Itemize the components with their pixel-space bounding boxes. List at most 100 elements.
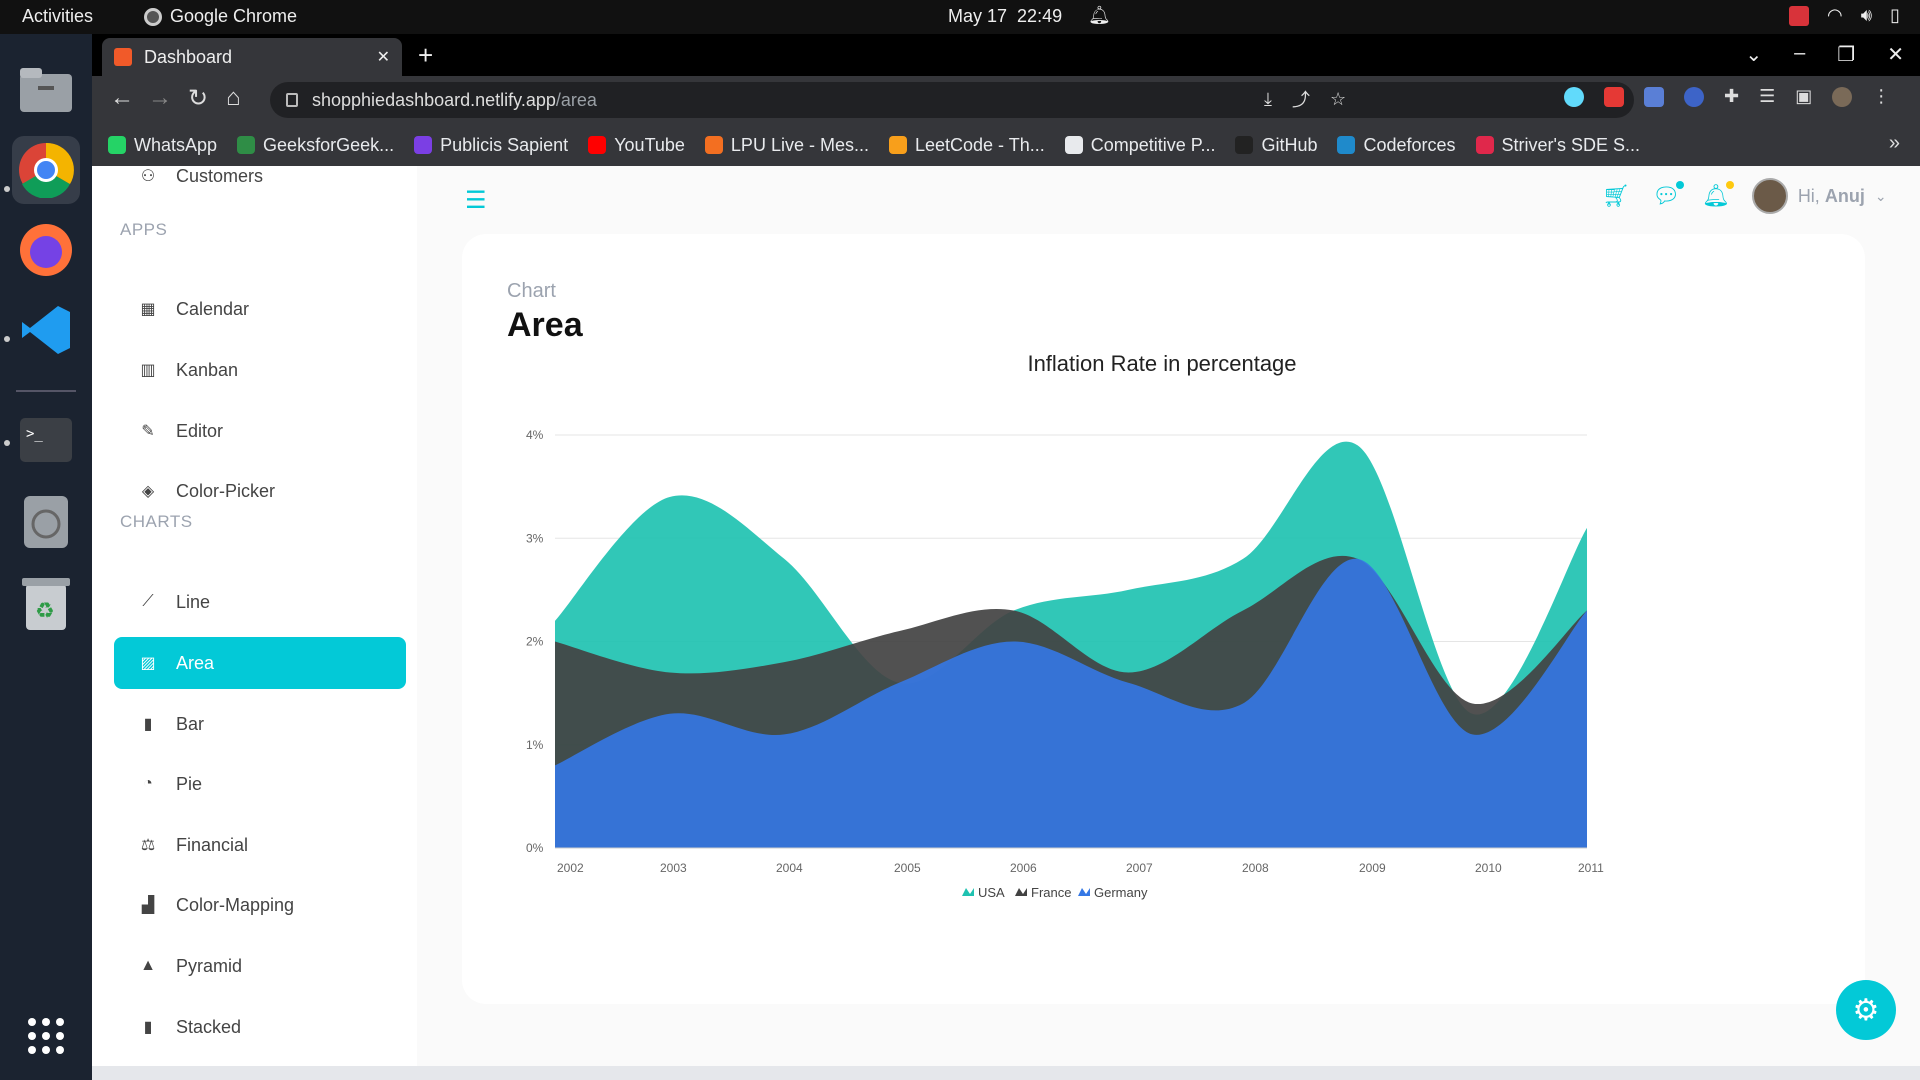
sidebar-item-kanban[interactable]: ▥ Kanban (114, 344, 406, 396)
tab-favicon-icon (114, 48, 132, 66)
sidebar-item-financial[interactable]: ⚖ Financial (114, 819, 406, 871)
battery-icon[interactable]: ▯ (1890, 5, 1900, 26)
notification-icon[interactable]: 🔔︎ (1702, 181, 1734, 209)
app-menu[interactable]: Google Chrome (144, 6, 297, 27)
bookmark-item[interactable]: LPU Live - Mes... (704, 135, 869, 156)
extensions-bar: ✚ ☰ ▣ ⋮ (1564, 86, 1890, 107)
sidebar-item-area[interactable]: ▨ Area (114, 637, 406, 689)
menu-toggle-icon[interactable]: ☰ (465, 186, 487, 215)
legend-label-germany: Germany (1094, 885, 1148, 900)
chat-icon[interactable]: 💬︎ (1652, 181, 1684, 209)
share-icon[interactable]: ⤴ (1292, 86, 1310, 112)
clock[interactable]: May 17 22:49 (948, 6, 1062, 27)
y-tick-label: 1% (526, 738, 544, 752)
disk-utility-icon[interactable] (12, 488, 80, 556)
sidebar-item-label: Kanban (176, 359, 239, 380)
show-apps-icon[interactable] (12, 1002, 80, 1070)
x-tick-label: 2006 (1010, 861, 1037, 875)
bookmark-item[interactable]: Competitive P... (1064, 135, 1215, 156)
side-panel-icon[interactable]: ▣ (1795, 86, 1812, 107)
sidebar-item-pyramid[interactable]: ▲ Pyramid (114, 940, 406, 992)
x-tick-label: 2009 (1359, 861, 1386, 875)
restore-icon[interactable]: ❐ (1837, 42, 1855, 67)
bookmark-item[interactable]: LeetCode - Th... (888, 135, 1045, 156)
firefox-icon[interactable] (12, 216, 80, 284)
avatar (1751, 178, 1788, 214)
sidebar-item-stacked[interactable]: ▮ Stacked (114, 1001, 406, 1053)
time-label: 22:49 (1017, 6, 1063, 26)
extension-blue-icon[interactable] (1644, 86, 1664, 107)
settings-button[interactable]: ⚙ (1836, 980, 1896, 1040)
bookmark-item[interactable]: GeeksforGeek... (237, 135, 394, 156)
user-profile[interactable]: Hi, Anuj ⌄ (1751, 178, 1887, 214)
bookmark-item[interactable]: GitHub (1235, 135, 1317, 156)
bookmark-favicon-icon (888, 136, 907, 154)
sidebar-item-customers[interactable]: ⚇ Customers (114, 166, 406, 202)
vscode-icon[interactable] (12, 296, 80, 364)
extensions-puzzle-icon[interactable]: ✚ (1724, 86, 1739, 107)
sidebar-section-title: CHARTS (120, 512, 193, 531)
extension-cursor-icon[interactable] (1684, 86, 1704, 107)
x-tick-label: 2003 (660, 861, 687, 875)
bookmark-item[interactable]: WhatsApp (108, 135, 217, 156)
back-icon[interactable]: ← (110, 84, 134, 112)
kanban-icon: ▥ (140, 362, 156, 379)
extension-red-icon[interactable] (1604, 86, 1624, 107)
volume-icon[interactable]: 🔊︎ (1861, 5, 1872, 26)
tab-close-icon[interactable]: ✕ (377, 47, 390, 67)
sidebar-item-pie[interactable]: ◔ Pie (114, 758, 406, 810)
close-window-icon[interactable]: ✕ (1887, 42, 1904, 67)
sidebar-item-color-mapping[interactable]: ▟ Color-Mapping (114, 879, 406, 931)
chrome-dock-icon[interactable] (12, 136, 80, 204)
activities-button[interactable]: Activities (22, 6, 93, 27)
bookmark-item[interactable]: YouTube (588, 135, 685, 156)
sidebar-item-color-picker[interactable]: ◈ Color-Picker (114, 465, 406, 517)
react-devtools-icon[interactable] (1564, 86, 1584, 107)
chart-card: Chart Area Inflation Rate in percentage 0… (462, 234, 1865, 1004)
bookmark-favicon-icon (1337, 136, 1356, 154)
cart-icon[interactable]: 🛒︎ (1602, 183, 1630, 209)
header-actions: 🛒︎ 💬︎ 🔔︎ Hi, Anuj ⌄ (1602, 178, 1887, 214)
app-name-label: Google Chrome (170, 6, 298, 26)
home-icon[interactable]: ⌂ (226, 84, 241, 112)
reading-list-icon[interactable]: ☰ (1759, 86, 1775, 107)
bookmark-item[interactable]: Publicis Sapient (414, 135, 568, 156)
url-host: shopphiedashboard.netlify.app (312, 89, 556, 110)
system-tray[interactable]: ◠ 🔊︎ ▯ (1789, 5, 1900, 26)
chrome-menu-icon[interactable]: ⋮ (1872, 86, 1890, 107)
sidebar-item-label: Customers (176, 166, 264, 186)
minimize-icon[interactable]: – (1794, 42, 1805, 67)
sidebar-item-bar[interactable]: ▮ Bar (114, 698, 406, 750)
bookmark-item[interactable]: Striver's SDE S... (1475, 135, 1640, 156)
forward-icon[interactable]: → (148, 84, 172, 112)
address-bar[interactable]: shopphiedashboard.netlify.app/area (270, 82, 1634, 118)
reload-icon[interactable]: ↻ (188, 84, 208, 113)
x-tick-label: 2008 (1242, 861, 1269, 875)
lock-icon[interactable] (286, 93, 298, 107)
screen-record-icon[interactable] (1789, 5, 1810, 26)
tab-search-icon[interactable]: ⌄ (1745, 42, 1762, 67)
color-mapping-icon: ▟ (141, 897, 155, 914)
bookmark-star-icon[interactable]: ☆ (1330, 89, 1346, 110)
terminal-icon[interactable]: >_ (12, 406, 80, 474)
trash-icon[interactable]: ♻ (12, 570, 80, 638)
sidebar-item-editor[interactable]: ✎ Editor (114, 405, 406, 457)
horizontal-scrollbar[interactable] (92, 1066, 1920, 1080)
notification-bell-icon[interactable]: 🔔︎ (1088, 5, 1111, 26)
new-tab-button[interactable]: + (418, 40, 433, 71)
bar-chart-icon: ▮ (143, 716, 153, 733)
bookmarks-overflow-icon[interactable]: » (1889, 132, 1900, 155)
chevron-down-icon: ⌄ (1874, 187, 1887, 204)
bookmark-favicon-icon (414, 136, 433, 154)
bookmark-item[interactable]: Codeforces (1337, 135, 1456, 156)
files-icon[interactable] (12, 56, 80, 124)
sidebar-item-line[interactable]: ⟋ Line (114, 576, 406, 628)
wifi-icon[interactable]: ◠ (1827, 5, 1843, 26)
install-icon[interactable]: ⤓ (1264, 89, 1272, 110)
greeting-text: Hi, (1797, 185, 1820, 206)
profile-avatar-icon[interactable] (1832, 86, 1853, 107)
pie-chart-icon: ◔ (143, 775, 153, 792)
sidebar-item-calendar[interactable]: ▦ Calendar (114, 283, 406, 335)
browser-chrome: Dashboard ✕ + ⌄ – ❐ ✕ ← → ↻ ⌂ shopphieda… (92, 34, 1920, 166)
tab-dashboard[interactable]: Dashboard ✕ (102, 38, 402, 76)
